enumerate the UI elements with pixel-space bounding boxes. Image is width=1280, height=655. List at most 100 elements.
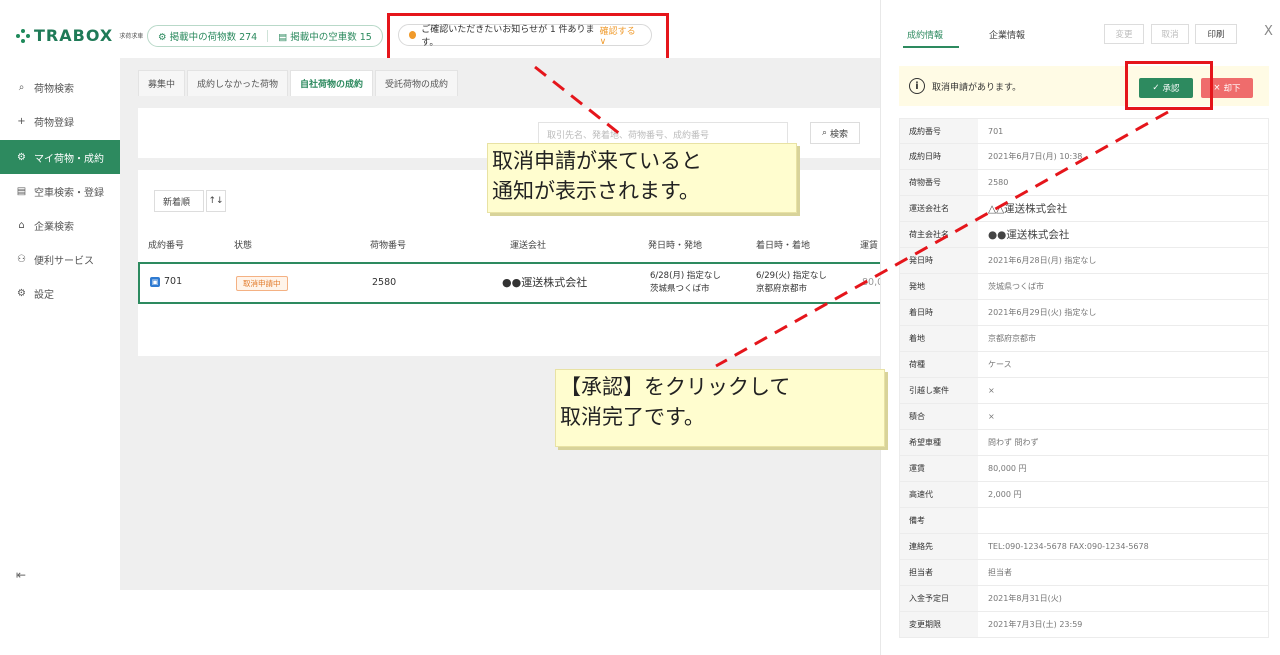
trabox-logo[interactable]: TRABOX 求荷求車 bbox=[16, 26, 143, 45]
detail-value: 80,000 円 bbox=[988, 464, 1027, 473]
sidebar-item-company-search[interactable]: ⌂ 企業検索 bbox=[0, 208, 120, 242]
tab-consigned-contracts[interactable]: 受託荷物の成約 bbox=[375, 70, 459, 96]
sidebar-item-cargo-search[interactable]: ⌕ 荷物検索 bbox=[0, 70, 120, 104]
change-button[interactable]: 変更 bbox=[1104, 24, 1144, 44]
detail-label: 荷主会社名 bbox=[900, 222, 978, 247]
detail-label: 着地 bbox=[900, 326, 978, 351]
sidebar-item-my-cargo[interactable]: ⚙ マイ荷物・成約 bbox=[0, 140, 120, 174]
detail-row: 荷物番号 2580 bbox=[899, 170, 1269, 196]
detail-row: 備考 bbox=[899, 508, 1269, 534]
tab-contract-info[interactable]: 成約情報 bbox=[907, 28, 943, 41]
detail-label: 連絡先 bbox=[900, 534, 978, 559]
sidebar-item-label: マイ荷物・成約 bbox=[34, 153, 104, 165]
tab-recruiting[interactable]: 募集中 bbox=[138, 70, 186, 96]
cargo-number: 2580 bbox=[372, 277, 397, 288]
detail-value: △△運送株式会社 bbox=[988, 203, 1068, 215]
sidebar-item-settings[interactable]: ⚙ 設定 bbox=[0, 276, 120, 310]
detail-row: 担当者 担当者 bbox=[899, 560, 1269, 586]
tab-own-cargo-contracts[interactable]: 自社荷物の成約 bbox=[290, 70, 374, 96]
search-button[interactable]: ⌕ 検索 bbox=[810, 122, 860, 144]
callout-line: 取消申請が来ていると bbox=[492, 149, 702, 173]
sort-select[interactable]: 新着順 bbox=[154, 190, 204, 212]
column-header: 運賃 bbox=[860, 240, 879, 251]
callout-line: 取消完了です。 bbox=[560, 405, 705, 429]
detail-label: 希望車種 bbox=[900, 430, 978, 455]
print-button[interactable]: 印刷 bbox=[1195, 24, 1237, 44]
detail-value: 2021年6月29日(火) 指定なし bbox=[988, 308, 1097, 317]
service-icon: ⚇ bbox=[17, 253, 26, 265]
detail-row: 希望車種 問わず 問わず bbox=[899, 430, 1269, 456]
cancel-button[interactable]: 取消 bbox=[1151, 24, 1189, 44]
detail-value bbox=[978, 508, 1268, 533]
carrier-name: ●●運送株式会社 bbox=[502, 276, 588, 289]
sort-order-toggle[interactable]: ↑↓ bbox=[206, 190, 226, 212]
cross-icon: × bbox=[1213, 83, 1221, 93]
detail-row: 発地 茨城県つくば市 bbox=[899, 274, 1269, 300]
collapse-sidebar-icon[interactable]: ⇤ bbox=[16, 568, 26, 582]
settings-icon: ⚙ bbox=[17, 287, 26, 299]
detail-label: 引越し案件 bbox=[900, 378, 978, 403]
detail-row: 荷種 ケース bbox=[899, 352, 1269, 378]
tab-bar: 募集中 成約しなかった荷物 自社荷物の成約 受託荷物の成約 bbox=[138, 70, 460, 96]
contract-number-cell: ▣ 701 bbox=[150, 276, 182, 287]
detail-row: 連絡先 TEL:090-1234-5678 FAX:090-1234-5678 bbox=[899, 534, 1269, 560]
detail-value: 2021年6月28日(月) 指定なし bbox=[988, 256, 1097, 265]
sidebar-item-cargo-register[interactable]: + 荷物登録 bbox=[0, 104, 120, 138]
table-row[interactable]: ▣ 701 取消申請中 2580 ●●運送株式会社 6/28(月) 指定なし 茨… bbox=[138, 262, 900, 304]
departure-cell: 6/28(月) 指定なし 茨城県つくば市 bbox=[650, 270, 721, 296]
sidebar-item-vehicle-search[interactable]: ▤ 空車検索・登録 bbox=[0, 174, 120, 208]
detail-value: × bbox=[988, 386, 995, 395]
search-icon: ⌕ bbox=[18, 81, 25, 93]
arrival-cell: 6/29(火) 指定なし 京都府京都市 bbox=[756, 270, 827, 296]
cargo-icon: ⚙ bbox=[158, 32, 167, 43]
logo-mark-icon bbox=[16, 28, 30, 43]
table-header: 成約番号 状態 荷物番号 運送会社 発日時・発地 着日時・着地 運賃 bbox=[138, 226, 880, 262]
detail-value: 茨城県つくば市 bbox=[988, 282, 1044, 291]
contract-detail-table: 成約番号 701 成約日時 2021年6月7日(月) 10:38 荷物番号 2580 … bbox=[899, 118, 1269, 638]
tab-not-contracted[interactable]: 成約しなかった荷物 bbox=[187, 70, 289, 96]
departure-place: 茨城県つくば市 bbox=[650, 284, 710, 294]
vehicle-count-stat[interactable]: ▤ 掲載中の空車数 15 bbox=[278, 29, 372, 43]
detail-label: 荷物番号 bbox=[900, 170, 978, 195]
detail-value: 2021年6月7日(月) 10:38 bbox=[988, 152, 1083, 161]
detail-label: 備考 bbox=[900, 508, 978, 533]
sidebar-item-label: 荷物登録 bbox=[34, 117, 74, 129]
arrival-datetime: 6/29(火) 指定なし bbox=[756, 271, 827, 281]
detail-label: 成約番号 bbox=[900, 119, 978, 143]
reject-label: 却下 bbox=[1223, 84, 1241, 94]
detail-value: 問わず 問わず bbox=[988, 438, 1039, 447]
detail-label: 担当者 bbox=[900, 560, 978, 585]
detail-value: TEL:090-1234-5678 FAX:090-1234-5678 bbox=[988, 542, 1149, 551]
tab-company-info[interactable]: 企業情報 bbox=[989, 28, 1025, 41]
main-content: 募集中 成約しなかった荷物 自社荷物の成約 受託荷物の成約 取引先名、発着地、荷… bbox=[120, 58, 900, 590]
sidebar: ⌕ 荷物検索 + 荷物登録 ⚙ マイ荷物・成約 ▤ 空車検索・登録 ⌂ 企業検索… bbox=[0, 70, 120, 590]
sidebar-item-label: 企業検索 bbox=[34, 221, 74, 233]
detail-value: 701 bbox=[988, 126, 1004, 136]
divider bbox=[267, 30, 269, 42]
detail-value: × bbox=[988, 412, 995, 421]
cargo-count-stat[interactable]: ⚙ 掲載中の荷物数 274 bbox=[158, 29, 257, 43]
detail-value: 2021年7月3日(土) 23:59 bbox=[988, 620, 1083, 629]
detail-value: 2580 bbox=[988, 178, 1009, 187]
callout-notice-explanation: 取消申請が来ていると 通知が表示されます。 bbox=[487, 143, 797, 213]
sidebar-item-services[interactable]: ⚇ 便利サービス bbox=[0, 242, 120, 276]
detail-row: 積合 × bbox=[899, 404, 1269, 430]
close-icon[interactable]: X bbox=[1264, 24, 1273, 39]
search-input[interactable]: 取引先名、発着地、荷物番号、成約番号 bbox=[538, 122, 788, 144]
sidebar-item-label: 便利サービス bbox=[34, 255, 94, 267]
detail-label: 高速代 bbox=[900, 482, 978, 507]
detail-label: 運賃 bbox=[900, 456, 978, 481]
detail-row: 着地 京都府京都市 bbox=[899, 326, 1269, 352]
detail-value: 2021年8月31日(火) bbox=[988, 594, 1062, 603]
active-tab-indicator bbox=[903, 46, 959, 48]
truck-icon: ▤ bbox=[278, 32, 288, 43]
detail-row: 運送会社名 △△運送株式会社 bbox=[899, 196, 1269, 222]
column-header: 運送会社 bbox=[510, 240, 547, 251]
sidebar-item-label: 空車検索・登録 bbox=[34, 187, 104, 199]
detail-label: 着日時 bbox=[900, 300, 978, 325]
callout-approve-explanation: 【承認】をクリックして 取消完了です。 bbox=[555, 369, 885, 447]
detail-label: 荷種 bbox=[900, 352, 978, 377]
departure-datetime: 6/28(月) 指定なし bbox=[650, 271, 721, 281]
detail-value: 2,000 円 bbox=[988, 490, 1022, 499]
detail-label: 発日時 bbox=[900, 248, 978, 273]
